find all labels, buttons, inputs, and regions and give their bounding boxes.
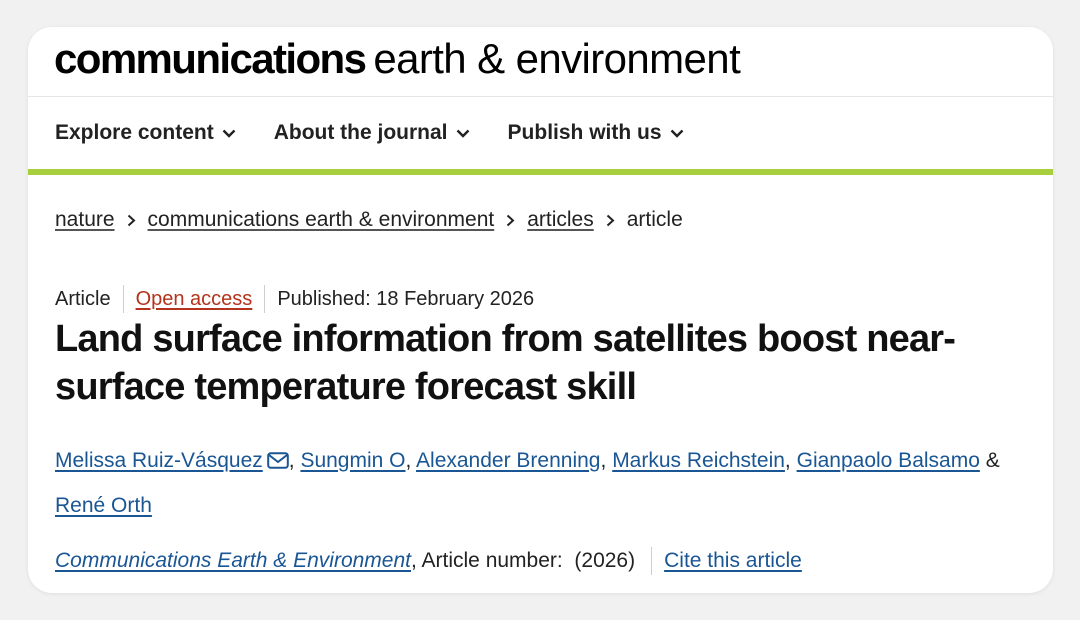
article-meta: Article Open access Published: 18 Februa… <box>55 285 534 313</box>
breadcrumb-link-nature[interactable]: nature <box>55 208 115 232</box>
breadcrumb: nature communications earth & environmen… <box>55 208 683 232</box>
breadcrumb-link-journal[interactable]: communications earth & environment <box>148 208 495 232</box>
article-card: communications earth & environment Explor… <box>28 27 1053 593</box>
meta-divider <box>264 285 266 313</box>
cite-this-article-link[interactable]: Cite this article <box>664 549 802 573</box>
author-separator: , <box>784 449 791 472</box>
chevron-right-icon <box>606 214 615 227</box>
published-date: Published: 18 February 2026 <box>277 287 535 310</box>
mail-icon[interactable] <box>266 441 289 484</box>
masthead-light[interactable]: earth & environment <box>373 35 740 82</box>
nav-label: About the journal <box>273 121 448 144</box>
author-separator: , <box>405 449 412 472</box>
author-conjunction: & <box>985 449 1000 472</box>
nav-about-journal[interactable]: About the journal <box>274 121 470 145</box>
author-separator: , <box>288 449 295 472</box>
breadcrumb-link-articles[interactable]: articles <box>527 208 594 232</box>
article-type: Article <box>55 287 111 310</box>
author-link[interactable]: Markus Reichstein <box>612 449 785 472</box>
citation-divider <box>651 547 653 575</box>
author-separator: , <box>600 449 607 472</box>
author-link[interactable]: Gianpaolo Balsamo <box>797 449 980 472</box>
author-link[interactable]: Alexander Brenning <box>416 449 600 472</box>
article-title: Land surface information from satellites… <box>55 318 956 408</box>
journal-nav: Explore content About the journal Publis… <box>28 97 1053 175</box>
meta-divider <box>122 285 124 313</box>
journal-masthead[interactable]: communications earth & environment <box>28 27 1053 97</box>
nav-label: Publish with us <box>507 121 662 144</box>
author-link[interactable]: René Orth <box>55 494 152 517</box>
breadcrumb-current: article <box>626 208 683 231</box>
author-link[interactable]: Sungmin O <box>300 449 405 472</box>
chevron-right-icon <box>127 214 136 227</box>
chevron-down-icon <box>222 129 236 138</box>
chevron-right-icon <box>506 214 515 227</box>
nav-label: Explore content <box>55 121 214 144</box>
open-access-link[interactable]: Open access <box>136 288 253 311</box>
citation-line: Communications Earth & Environment , Art… <box>55 547 802 575</box>
chevron-down-icon <box>670 129 683 138</box>
chevron-down-icon <box>456 129 469 138</box>
author-link[interactable]: Melissa Ruiz-Vásquez <box>55 449 263 472</box>
nav-explore-content[interactable]: Explore content <box>55 121 236 145</box>
author-list: Melissa Ruiz-Vásquez, Sungmin O, Alexand… <box>55 439 1050 527</box>
masthead-bold[interactable]: communications <box>54 35 367 82</box>
article-number: , Article number: (2026) <box>411 549 636 572</box>
journal-link[interactable]: Communications Earth & Environment <box>55 549 411 573</box>
nav-publish-with-us[interactable]: Publish with us <box>508 121 684 145</box>
